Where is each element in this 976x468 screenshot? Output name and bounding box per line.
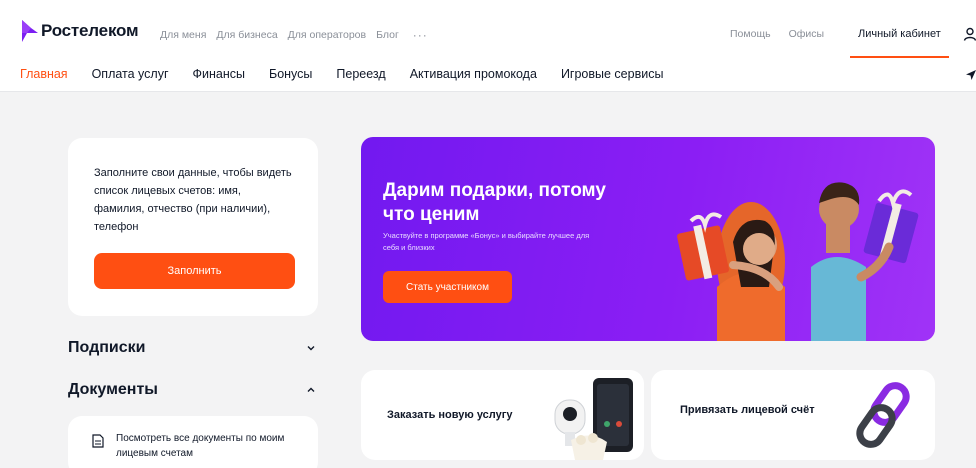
top-right-nav: Помощь Офисы	[730, 28, 824, 40]
top-bar: Ростелеком Для меня Для бизнеса Для опер…	[0, 0, 976, 58]
promo-banner[interactable]: Дарим подарки, потому что ценим Участвуй…	[361, 137, 935, 341]
documents-title: Документы	[68, 381, 158, 398]
user-icon[interactable]	[963, 27, 976, 41]
subnav-finance[interactable]: Финансы	[193, 67, 245, 81]
gift-people-illustration	[677, 182, 919, 341]
logo-text: Ростелеком	[41, 21, 139, 40]
personal-cabinet-tab[interactable]: Личный кабинет	[850, 18, 949, 58]
subscriptions-accordion[interactable]: Подписки	[68, 336, 318, 360]
chain-link-icon	[856, 382, 910, 448]
order-service-card[interactable]: Заказать новую услугу	[361, 370, 644, 460]
top-nav: Для меня Для бизнеса Для операторов Блог…	[160, 28, 428, 42]
subnav-home[interactable]: Главная	[20, 67, 68, 81]
documents-card: Посмотреть все документы по моим лицевым…	[68, 416, 318, 468]
order-service-title: Заказать новую услугу	[387, 409, 513, 421]
chevron-up-icon	[307, 387, 315, 392]
subnav-bonuses[interactable]: Бонусы	[269, 67, 312, 81]
subscriptions-title: Подписки	[68, 339, 146, 356]
fill-profile-button[interactable]: Заполнить	[94, 253, 295, 289]
banner-text: Участвуйте в программе «Бонус» и выбирай…	[383, 231, 590, 252]
offices-link[interactable]: Офисы	[789, 28, 824, 40]
fill-profile-text: Заполните свои данные, чтобы видеть спис…	[94, 167, 292, 233]
top-nav-for-me[interactable]: Для меня	[160, 29, 206, 41]
location-arrow-icon[interactable]	[965, 69, 976, 81]
more-menu-icon[interactable]: ···	[413, 28, 428, 42]
devices-illustration	[554, 378, 633, 460]
top-nav-for-operators[interactable]: Для операторов	[288, 29, 366, 41]
document-icon	[92, 434, 104, 448]
all-documents-link[interactable]: Посмотреть все документы по моим лицевым…	[116, 431, 291, 461]
subnav-promo-activation[interactable]: Активация промокода	[410, 67, 537, 81]
subnav-relocation[interactable]: Переезд	[336, 67, 385, 81]
documents-accordion[interactable]: Документы	[68, 378, 318, 402]
chevron-down-icon	[307, 346, 315, 351]
join-program-button[interactable]: Стать участником	[383, 271, 512, 303]
link-account-card[interactable]: Привязать лицевой счёт	[651, 370, 935, 460]
subnav-game-services[interactable]: Игровые сервисы	[561, 67, 664, 81]
help-link[interactable]: Помощь	[730, 28, 771, 40]
secondary-nav: Главная Оплата услуг Финансы Бонусы Пере…	[0, 58, 976, 92]
link-account-title: Привязать лицевой счёт	[680, 404, 815, 416]
fill-profile-card: Заполните свои данные, чтобы видеть спис…	[68, 138, 318, 316]
top-nav-blog[interactable]: Блог	[376, 29, 399, 41]
subnav-payment[interactable]: Оплата услуг	[92, 67, 169, 81]
rostelecom-logo[interactable]: Ростелеком	[19, 20, 139, 42]
top-nav-for-business[interactable]: Для бизнеса	[216, 29, 277, 41]
banner-title: Дарим подарки, потому что ценим	[383, 180, 606, 225]
logo-mark-icon	[22, 20, 38, 42]
